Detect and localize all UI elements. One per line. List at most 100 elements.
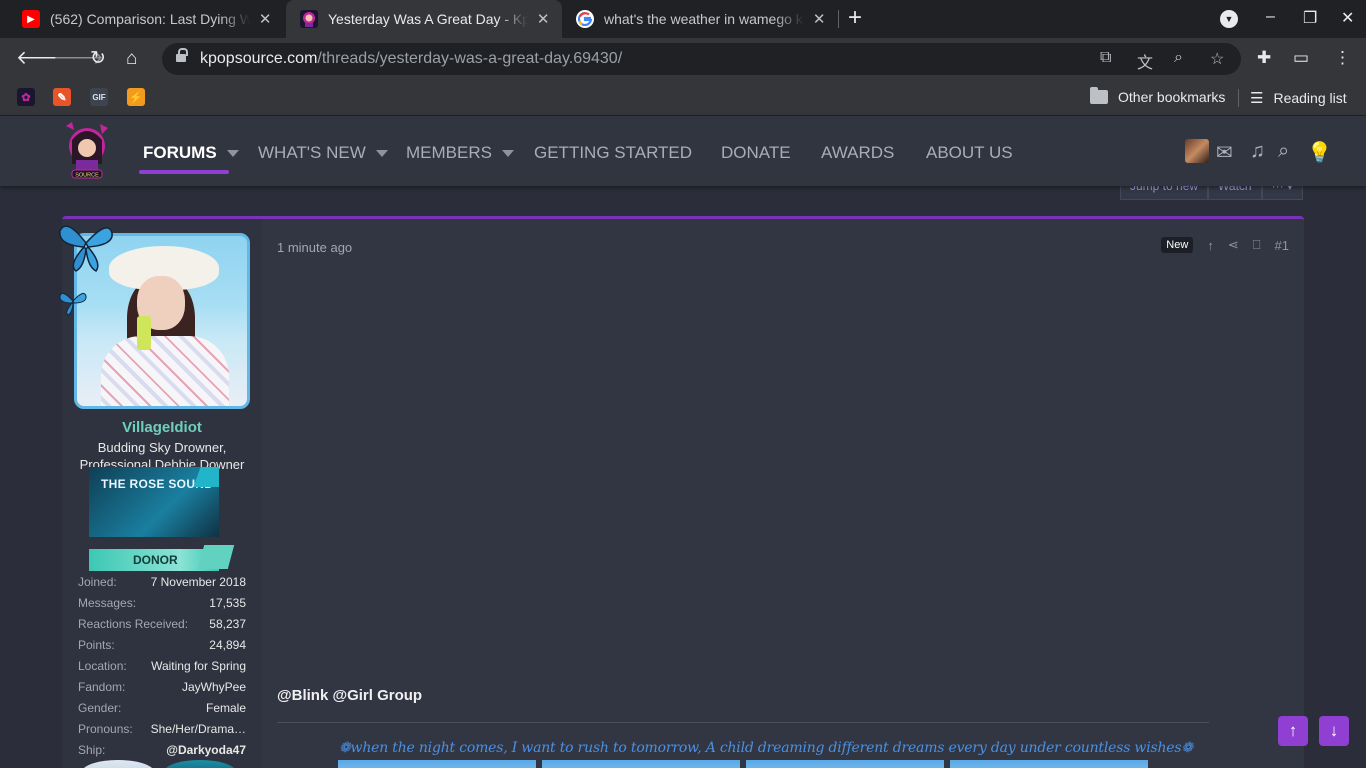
lightbulb-icon[interactable]: 💡 (1307, 140, 1332, 165)
user-stats: Joined: 7 November 2018 Messages: 17,535 R… (78, 575, 246, 764)
post-number[interactable]: #1 (1275, 238, 1289, 253)
nav-donate[interactable]: DONATE (721, 143, 791, 163)
extensions-icon[interactable]: ✚ (1257, 48, 1271, 68)
stat-fandom: Fandom: JayWhyPee (78, 680, 246, 701)
menu-icon[interactable]: ⋮ (1334, 48, 1351, 68)
tab-title: Yesterday Was A Great Day - Kpop (328, 11, 529, 27)
youtube-icon: ▶ (22, 10, 40, 28)
lock-icon[interactable] (176, 48, 188, 64)
google-icon (576, 10, 594, 28)
home-button[interactable]: ⌂ (126, 48, 137, 70)
more-options-button[interactable]: ··· ▾ (1261, 186, 1303, 200)
inbox-icon[interactable]: ✉ (1216, 140, 1233, 165)
nav-about-us[interactable]: ABOUT US (926, 143, 1013, 163)
reading-list-icon: ☰ (1250, 90, 1264, 107)
donor-banner: DONOR (89, 549, 219, 571)
stat-value: 7 November 2018 (150, 575, 246, 589)
post-actions: New ↑ ⋖ ⎕ #1 (1161, 237, 1289, 253)
stat-label: Fandom: (78, 680, 126, 694)
zoom-icon[interactable]: ⌕ (1174, 49, 1183, 67)
address-bar[interactable]: kpopsource.com/threads/yesterday-was-a-g… (162, 43, 1241, 75)
stat-joined: Joined: 7 November 2018 (78, 575, 246, 596)
signature-image (950, 760, 1148, 768)
close-window-button[interactable]: ✕ (1341, 8, 1354, 28)
arrow-up-icon[interactable]: ↑ (1207, 238, 1214, 253)
translate-icon[interactable]: 文 (1137, 49, 1153, 73)
bookmark-gif-icon[interactable]: GIF (90, 88, 108, 106)
stat-label: Reactions Received: (78, 617, 189, 631)
watch-button[interactable]: Watch (1208, 186, 1262, 200)
tab-title: (562) Comparison: Last Dying Wish (50, 11, 251, 27)
bookmark-icon[interactable]: ⎕ (1253, 237, 1261, 253)
post-timestamp[interactable]: 1 minute ago (277, 240, 352, 255)
new-badge: New (1161, 237, 1194, 253)
stat-label: Location: (78, 659, 127, 673)
open-in-app-icon[interactable]: ⧉ (1100, 49, 1111, 67)
bookmark-tool-icon[interactable]: ✎ (53, 88, 71, 106)
url-text[interactable]: kpopsource.com/threads/yesterday-was-a-g… (200, 50, 622, 68)
stat-value[interactable]: 24,894 (209, 638, 246, 659)
browser-tab-bar: ▶ (562) Comparison: Last Dying Wish ✕ Ye… (0, 0, 1366, 38)
banner-text: THE ROSE SOUND (101, 477, 214, 491)
tab-title: what's the weather in wamego kansas (604, 11, 804, 27)
chevron-down-icon[interactable] (226, 149, 239, 157)
stat-messages: Messages: 17,535 (78, 596, 246, 617)
chevron-down-icon[interactable] (375, 149, 388, 157)
stat-label: Points: (78, 638, 115, 652)
tab-divider (838, 10, 839, 28)
stat-value: 58,237 (209, 617, 246, 631)
bookmark-divider (1238, 89, 1239, 107)
tab-google[interactable]: what's the weather in wamego kansas ✕ (562, 0, 838, 38)
page-content: Jump to new Watch ··· ▾ VillageIdiot Bud… (0, 186, 1366, 768)
stat-value: JayWhyPee (181, 680, 246, 694)
close-tab-icon[interactable]: ✕ (534, 10, 552, 28)
stat-label: Joined: (78, 575, 117, 589)
new-tab-button[interactable]: + (848, 6, 862, 30)
nav-members[interactable]: MEMBERS (406, 143, 514, 163)
maximize-button[interactable]: ❐ (1303, 8, 1317, 28)
tab-kpopsource[interactable]: Yesterday Was A Great Day - Kpop ✕ (286, 0, 562, 38)
folder-icon (1090, 87, 1108, 104)
tab-search-dropdown-icon[interactable]: ▼ (1220, 10, 1238, 28)
bookmark-kpopsource-icon[interactable]: ✿ (17, 88, 35, 106)
nav-getting-started[interactable]: GETTING STARTED (534, 143, 692, 163)
signature-image (338, 760, 536, 768)
stat-label: Pronouns: (78, 722, 133, 736)
stat-value[interactable]: Waiting for Spring (151, 659, 246, 680)
signature-image (746, 760, 944, 768)
share-icon[interactable]: ⋖ (1228, 237, 1239, 253)
bell-icon[interactable]: ♫ (1250, 140, 1265, 163)
bookmark-star-icon[interactable]: ☆ (1210, 49, 1224, 69)
other-bookmarks[interactable]: Other bookmarks (1090, 87, 1225, 105)
donor-text: DONOR (133, 553, 178, 567)
site-header: SOURCE FORUMS WHAT'S NEW MEMBERS GETTING… (0, 116, 1366, 186)
cast-icon[interactable]: ▭ (1293, 48, 1309, 68)
search-icon[interactable]: ⌕ (1278, 140, 1289, 163)
close-tab-icon[interactable]: ✕ (810, 10, 828, 28)
chevron-down-icon[interactable] (501, 149, 514, 157)
nav-active-indicator (139, 170, 229, 174)
post-user-column: VillageIdiot Budding Sky Drowner, Profes… (59, 219, 262, 768)
stat-value[interactable]: 17,535 (209, 596, 246, 617)
post-username[interactable]: VillageIdiot (62, 419, 262, 436)
nav-whats-new[interactable]: WHAT'S NEW (258, 143, 388, 163)
close-tab-icon[interactable]: ✕ (256, 10, 274, 28)
stat-value: Female (205, 701, 246, 715)
minimize-button[interactable]: – (1266, 8, 1275, 26)
site-logo[interactable]: SOURCE (62, 120, 112, 180)
post-mentions[interactable]: @Blink @Girl Group (277, 687, 422, 704)
reload-button[interactable]: ↻ (90, 48, 106, 70)
reading-list[interactable]: ☰ Reading list (1250, 89, 1347, 107)
jump-to-new-button[interactable]: Jump to new (1120, 186, 1209, 200)
avatar-shirt (101, 336, 229, 406)
nav-awards[interactable]: AWARDS (821, 143, 894, 163)
account-avatar[interactable] (1185, 139, 1209, 163)
signature-text: ❁when the night comes, I want to rush to… (339, 740, 1193, 756)
thread-actions: Jump to new Watch ··· ▾ (1120, 186, 1303, 200)
scroll-top-button[interactable]: ↑ (1278, 716, 1308, 746)
scroll-bottom-button[interactable]: ↓ (1319, 716, 1349, 746)
tab-youtube[interactable]: ▶ (562) Comparison: Last Dying Wish ✕ (8, 0, 284, 38)
nav-forums[interactable]: FORUMS (143, 143, 239, 163)
kpopsource-icon (300, 10, 318, 28)
bookmark-orange-icon[interactable]: ⚡ (127, 88, 145, 106)
